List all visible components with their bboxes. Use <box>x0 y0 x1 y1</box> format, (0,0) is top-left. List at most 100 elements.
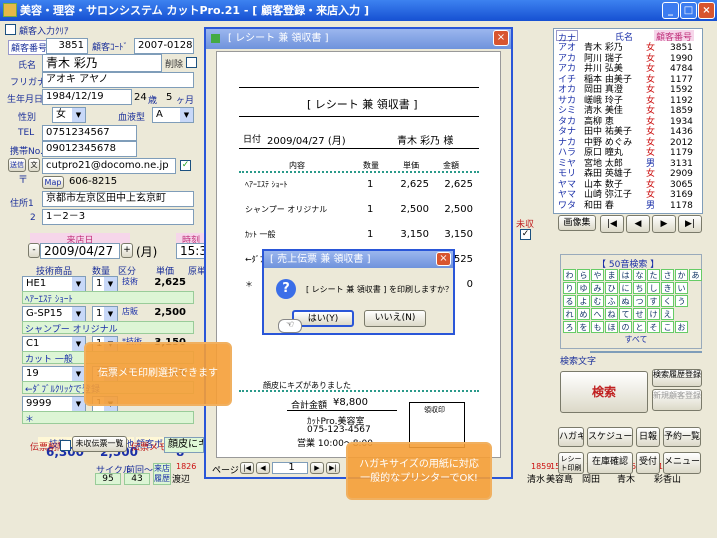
kana-button[interactable]: や <box>591 269 604 281</box>
kana-button[interactable]: ふ <box>605 295 618 307</box>
menu-button[interactable]: メニュー <box>663 452 701 474</box>
mail-send-button[interactable]: 送信 <box>8 158 26 172</box>
kana-button[interactable]: と <box>633 321 646 333</box>
kana-button[interactable]: か <box>675 269 688 281</box>
search-button[interactable]: 検索 <box>560 371 648 413</box>
kana-button[interactable]: せ <box>633 308 646 320</box>
last-record-button[interactable]: ▶| <box>678 215 702 233</box>
search-history-button[interactable]: 検索履歴登録 <box>652 369 702 387</box>
customer-list[interactable]: カナ 氏名 顧客番号 アオ 青木 彩乃女 3851 アカ 阿川 瑞子女 1990 アカ 井川 … <box>553 28 703 214</box>
kana-button[interactable]: そ <box>647 321 660 333</box>
kana-button[interactable]: れ <box>563 308 576 320</box>
list-kana[interactable]: ワタ <box>558 200 576 213</box>
reservation-list-button[interactable]: 予約一覧 <box>663 427 701 447</box>
close-button[interactable]: × <box>698 2 715 19</box>
kana-button[interactable]: つ <box>633 295 646 307</box>
kana-button[interactable]: の <box>619 321 632 333</box>
postcard-button[interactable]: ハガキ <box>558 427 584 447</box>
daily-report-button[interactable]: 日報 <box>636 427 660 447</box>
birth-field[interactable]: 1984/12/19 <box>42 89 132 105</box>
kana-all-button[interactable]: すべて <box>623 334 649 346</box>
receipt-close-button[interactable]: × <box>493 30 509 46</box>
kana-button[interactable]: み <box>591 282 604 294</box>
kana-button[interactable]: ら <box>577 269 590 281</box>
image-collection-button[interactable]: 画像集 <box>558 215 596 231</box>
delete-checkbox[interactable] <box>186 57 197 68</box>
postal-field[interactable]: 606-8215 <box>66 175 136 189</box>
item-code-select[interactable]: C1 <box>22 336 86 352</box>
item-qty-select[interactable]: 1 <box>92 306 118 322</box>
no-button[interactable]: いいえ(N) <box>364 310 426 327</box>
kana-button[interactable]: を <box>577 321 590 333</box>
mobile-field[interactable]: 09012345678 <box>42 141 137 157</box>
kana-button[interactable]: ひ <box>605 282 618 294</box>
kana-button[interactable]: ね <box>605 308 618 320</box>
list-name[interactable]: 和田 春 <box>584 200 614 213</box>
slip-memo-field[interactable]: 顔皮にキ <box>164 437 204 453</box>
history-name[interactable]: 渡辺 <box>172 472 190 485</box>
kana-button[interactable]: ゆ <box>577 282 590 294</box>
tel-field[interactable]: 0751234567 <box>42 125 137 141</box>
kana-field[interactable]: アオキ アヤノ <box>42 72 194 88</box>
visit-time-field[interactable]: 15:30 <box>176 243 206 259</box>
mail-text-button[interactable]: 文 <box>28 158 40 172</box>
kana-button[interactable]: な <box>633 269 646 281</box>
kana-button[interactable]: は <box>619 269 632 281</box>
kana-button[interactable]: へ <box>591 308 604 320</box>
stock-check-button[interactable]: 在庫確認 <box>587 452 633 474</box>
kana-button[interactable]: わ <box>563 269 576 281</box>
confirm-close-button[interactable]: × <box>436 252 451 266</box>
kana-button[interactable]: ほ <box>605 321 618 333</box>
visit-date-field[interactable]: 2009/04/27 <box>40 243 120 259</box>
kana-button[interactable]: い <box>675 282 688 294</box>
new-customer-button[interactable]: 新規顧客登録 <box>652 389 702 411</box>
next-date-button[interactable]: + <box>121 243 133 258</box>
prev-date-button[interactable]: - <box>28 243 40 258</box>
kana-button[interactable]: こ <box>661 321 674 333</box>
receipt-print-button[interactable]: レシート印刷 <box>558 452 584 474</box>
item-qty-select[interactable]: 1 <box>92 276 118 292</box>
kana-button[interactable]: る <box>563 295 576 307</box>
kana-button[interactable]: も <box>591 321 604 333</box>
schedule-button[interactable]: スケジュール <box>587 427 633 447</box>
name-field[interactable]: 青木 彩乃 <box>42 54 162 72</box>
kana-button[interactable]: く <box>661 295 674 307</box>
email-field[interactable]: cutpro21@docomo.ne.jp <box>42 158 176 174</box>
email-checkbox[interactable]: ✓ <box>180 160 191 171</box>
kana-button[interactable]: た <box>647 269 660 281</box>
kana-button[interactable]: よ <box>577 295 590 307</box>
kana-button[interactable]: さ <box>661 269 674 281</box>
slip-delete-checkbox[interactable] <box>60 440 71 451</box>
kana-button[interactable]: ぬ <box>619 295 632 307</box>
first-record-button[interactable]: |◀ <box>600 215 624 233</box>
addr2-field[interactable]: 1－2－3 <box>42 209 194 225</box>
kana-button[interactable]: て <box>619 308 632 320</box>
addr1-field[interactable]: 京都市左京区田中上玄京町 <box>42 191 194 207</box>
maximize-button[interactable]: □ <box>680 2 697 19</box>
next-page-button[interactable]: ▶ <box>310 462 324 474</box>
last-page-button[interactable]: ▶| <box>326 462 340 474</box>
item-code-select[interactable]: HE1 <box>22 276 86 292</box>
kana-button[interactable]: あ <box>689 269 702 281</box>
kana-button[interactable]: ろ <box>563 321 576 333</box>
item-code-select[interactable]: 9999 <box>22 396 86 412</box>
kana-button[interactable]: し <box>647 282 660 294</box>
kana-button[interactable]: め <box>577 308 590 320</box>
kana-button[interactable]: え <box>661 308 674 320</box>
search-text-field[interactable] <box>590 351 702 353</box>
kana-button[interactable]: お <box>675 321 688 333</box>
customer-code-field[interactable]: 2007-0128 <box>134 38 194 54</box>
page-number-field[interactable]: 1 <box>272 462 308 474</box>
blood-select[interactable]: A <box>152 107 194 123</box>
item-code-select[interactable]: 19 <box>22 366 86 382</box>
customer-id-field[interactable]: 3851 <box>46 38 88 54</box>
item-code-select[interactable]: G-SP15 <box>22 306 86 322</box>
minimize-button[interactable]: _ <box>662 2 679 19</box>
kana-button[interactable]: ま <box>605 269 618 281</box>
reception-button[interactable]: 受付 <box>636 452 660 474</box>
new-register-checkbox[interactable] <box>5 24 16 35</box>
sex-select[interactable]: 女 <box>52 107 86 123</box>
unpaid-checkbox[interactable]: ✓ <box>520 229 531 240</box>
prev-record-button[interactable]: ◀ <box>626 215 650 233</box>
next-record-button[interactable]: ▶ <box>652 215 676 233</box>
